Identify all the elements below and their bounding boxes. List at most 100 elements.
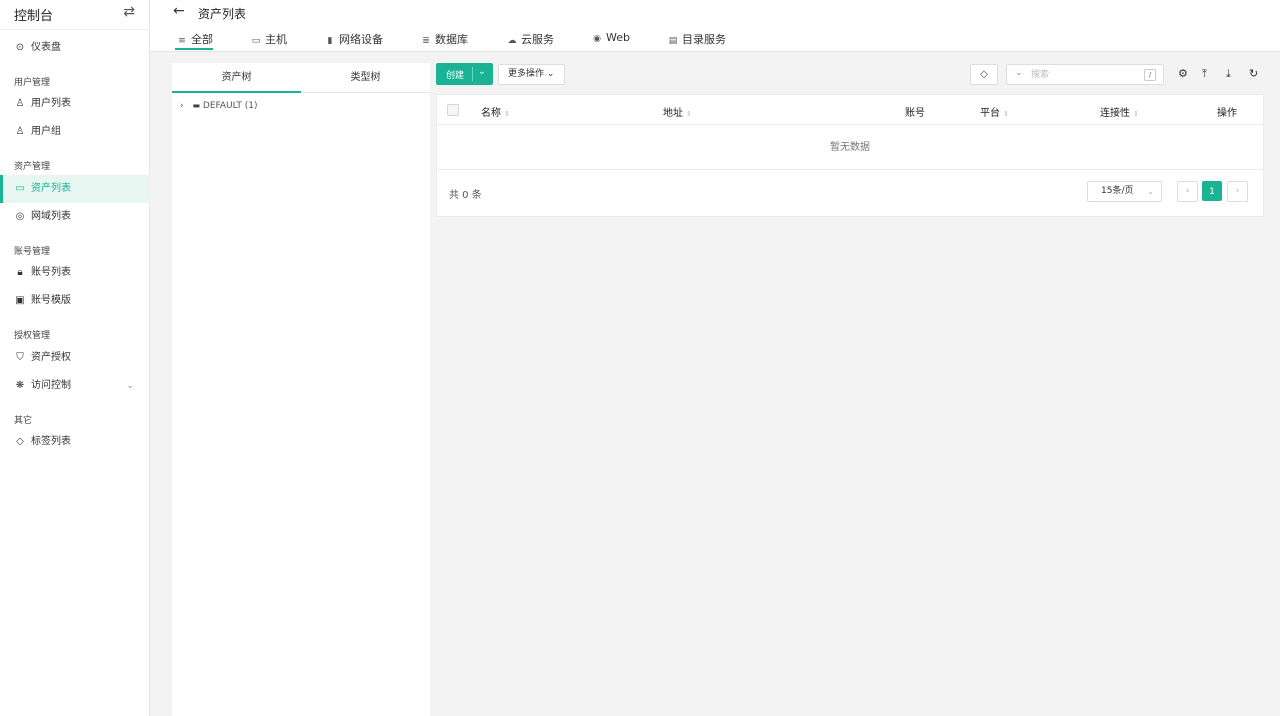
- sidebar-item-label: 用户列表: [31, 98, 71, 109]
- tree-node-default[interactable]: › ▬ DEFAULT (1): [180, 101, 258, 111]
- empty-state: 暂无数据: [437, 125, 1263, 170]
- tab-label: 数据库: [435, 33, 468, 46]
- export-icon[interactable]: ⤒: [1202, 67, 1207, 81]
- database-icon: ≣: [422, 36, 430, 46]
- chevron-down-icon[interactable]: ⌄: [478, 67, 486, 77]
- sidebar-item-account-template[interactable]: ▣ 账号模版: [0, 287, 150, 315]
- tab-database[interactable]: ≣ 数据库: [419, 31, 468, 50]
- sidebar-item-access-control[interactable]: ❋ 访问控制 ⌄: [0, 372, 150, 400]
- tab-type-tree[interactable]: 类型树: [301, 63, 430, 93]
- search-input[interactable]: [1031, 67, 1141, 82]
- shield-icon: ⛉: [16, 352, 24, 363]
- column-address[interactable]: 地址 ⇕: [663, 104, 692, 119]
- tree-node-label: DEFAULT (1): [202, 101, 258, 111]
- tag-icon: ◇: [980, 69, 988, 80]
- back-arrow-icon[interactable]: ←: [173, 3, 185, 19]
- sidebar-item-user-list[interactable]: ♙ 用户列表: [0, 90, 150, 118]
- tab-directory-service[interactable]: ▤ 目录服务: [666, 31, 726, 50]
- total-count: 共 0 条: [449, 190, 482, 201]
- sort-icon[interactable]: ⇕: [1003, 110, 1009, 118]
- sort-icon[interactable]: ⇕: [686, 110, 692, 118]
- globe-icon: ◉: [593, 34, 601, 44]
- user-icon: ♙: [15, 98, 25, 109]
- sidebar-item-tag-list[interactable]: ◇ 标签列表: [0, 428, 150, 456]
- page-size-select[interactable]: 15条/页 ⌄: [1087, 181, 1162, 202]
- column-account: 账号: [905, 108, 925, 119]
- group-permission-management: 授权管理: [14, 331, 51, 341]
- table-header: 名称 ⇕ 地址 ⇕ 账号 平台 ⇕ 连接性 ⇕ 操作: [437, 95, 1263, 125]
- refresh-icon[interactable]: ↻: [1249, 67, 1258, 80]
- dashboard-icon: ⊙: [15, 42, 25, 53]
- tab-label: 网络设备: [339, 33, 383, 46]
- column-label: 地址: [663, 108, 683, 119]
- column-actions: 操作: [1217, 108, 1237, 119]
- template-icon: ▣: [15, 295, 25, 306]
- column-label: 平台: [980, 108, 1000, 119]
- host-icon: ▭: [251, 36, 261, 46]
- sidebar-item-asset-permission[interactable]: ⛉ 资产授权: [0, 344, 150, 372]
- folder-icon: ▬: [192, 101, 201, 110]
- tab-web[interactable]: ◉ Web: [590, 31, 630, 50]
- sort-icon[interactable]: ⇕: [1133, 110, 1139, 118]
- tab-all[interactable]: ≡ 全部: [175, 31, 213, 50]
- sidebar-item-asset-list[interactable]: ▭ 资产列表: [0, 175, 150, 203]
- directory-icon: ▤: [668, 36, 678, 46]
- tab-label: Web: [606, 31, 630, 44]
- column-label: 名称: [481, 108, 501, 119]
- tree-panel: 资产树 类型树 › ▬ DEFAULT (1): [172, 63, 430, 716]
- import-icon[interactable]: ⤓: [1226, 67, 1231, 81]
- group-user-management: 用户管理: [14, 78, 51, 88]
- view-switch-icon[interactable]: ⇄: [123, 4, 135, 20]
- tab-network-device[interactable]: ▮ 网络设备: [323, 31, 383, 50]
- group-other: 其它: [14, 416, 33, 426]
- chevron-down-icon: ⌄: [1147, 187, 1154, 196]
- tab-host[interactable]: ▭ 主机: [249, 31, 287, 50]
- create-button[interactable]: 创建 ⌄: [436, 63, 493, 85]
- tab-asset-tree[interactable]: 资产树: [172, 63, 301, 93]
- more-actions-button[interactable]: 更多操作 ⌄: [498, 64, 565, 85]
- page-title: 资产列表: [198, 7, 247, 21]
- divider: [472, 67, 473, 81]
- sort-icon[interactable]: ⇕: [504, 110, 510, 118]
- tab-label: 目录服务: [682, 33, 726, 46]
- location-icon: ◎: [15, 211, 25, 222]
- sidebar-item-label: 网域列表: [31, 211, 71, 222]
- chevron-down-icon: ⌄: [126, 381, 134, 391]
- settings-icon[interactable]: ⚙: [1178, 67, 1188, 80]
- column-platform[interactable]: 平台 ⇕: [980, 104, 1009, 119]
- tab-label: 主机: [265, 33, 287, 46]
- column-name[interactable]: 名称 ⇕: [481, 104, 510, 119]
- column-connectivity[interactable]: 连接性 ⇕: [1100, 104, 1139, 119]
- select-all-checkbox[interactable]: [447, 104, 459, 116]
- next-page-button[interactable]: ›: [1227, 181, 1248, 202]
- shortcut-hint: /: [1144, 69, 1156, 81]
- sidebar-item-user-group[interactable]: ♙ 用户组: [0, 118, 150, 146]
- group-account-management: 账号管理: [14, 247, 51, 257]
- monitor-icon: ▭: [15, 183, 25, 194]
- sidebar-item-label: 账号模版: [31, 295, 71, 306]
- access-control-icon: ❋: [15, 380, 25, 391]
- page-button-current[interactable]: 1: [1202, 181, 1222, 201]
- create-label: 创建: [446, 71, 465, 81]
- sidebar-item-label: 用户组: [31, 126, 61, 137]
- page-header: ← 资产列表 ≡ 全部 ▭ 主机 ▮ 网络设备 ≣ 数据库 ☁ 云服务 ◉ Web ▤ 目录服…: [150, 0, 1280, 52]
- sidebar-item-label: 仪表盘: [31, 42, 61, 53]
- sidebar-item-label: 资产授权: [31, 352, 71, 363]
- expand-arrow-icon[interactable]: ›: [180, 101, 184, 111]
- sidebar: 控制台 ⇄ ⊙ 仪表盘 用户管理 ♙ 用户列表 ♙ 用户组 资产管理 ▭ 资产列…: [0, 0, 150, 716]
- network-device-icon: ▮: [327, 36, 333, 46]
- search-box[interactable]: ⌄ /: [1006, 64, 1164, 85]
- sidebar-item-account-list[interactable]: 🔒︎ 账号列表: [0, 259, 150, 287]
- chevron-down-icon[interactable]: ⌄: [1015, 68, 1023, 78]
- sidebar-item-dashboard[interactable]: ⊙ 仪表盘: [0, 34, 150, 62]
- cloud-icon: ☁: [507, 36, 517, 46]
- tag-filter-button[interactable]: ◇: [970, 64, 998, 85]
- asset-table: 名称 ⇕ 地址 ⇕ 账号 平台 ⇕ 连接性 ⇕ 操作 暂无数据 共 0 条 15条/页 …: [436, 94, 1264, 217]
- console-title: 控制台: [14, 9, 54, 24]
- tab-cloud[interactable]: ☁ 云服务: [505, 31, 555, 50]
- group-asset-management: 资产管理: [14, 162, 51, 172]
- sidebar-item-label: 标签列表: [31, 436, 71, 447]
- column-label: 连接性: [1100, 108, 1130, 119]
- prev-page-button[interactable]: ‹: [1177, 181, 1198, 202]
- sidebar-item-zone-list[interactable]: ◎ 网域列表: [0, 203, 150, 231]
